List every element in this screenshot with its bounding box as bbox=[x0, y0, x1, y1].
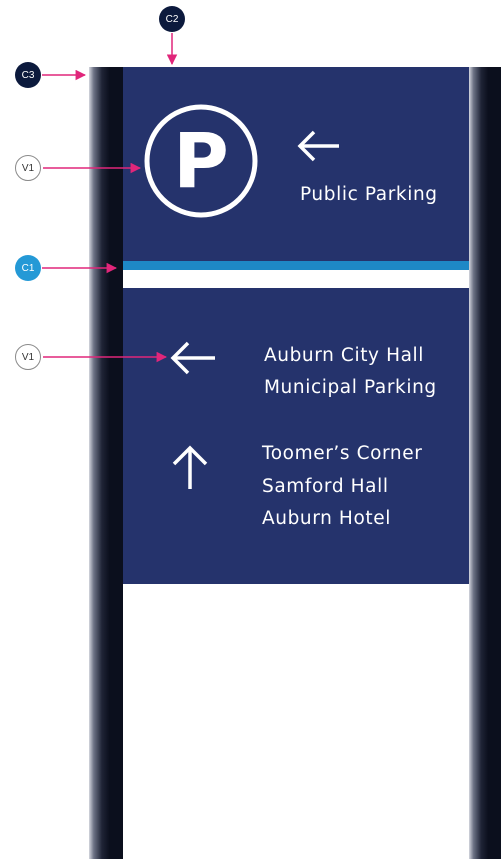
callout-leaders bbox=[42, 33, 178, 363]
callout-v1-badge: V1 bbox=[15, 155, 41, 181]
callout-c2-badge: C2 bbox=[159, 6, 185, 32]
callout-c3-badge: C3 bbox=[15, 62, 41, 88]
callout-c1-badge: C1 bbox=[15, 255, 41, 281]
callout-v1-badge: V1 bbox=[15, 344, 41, 370]
